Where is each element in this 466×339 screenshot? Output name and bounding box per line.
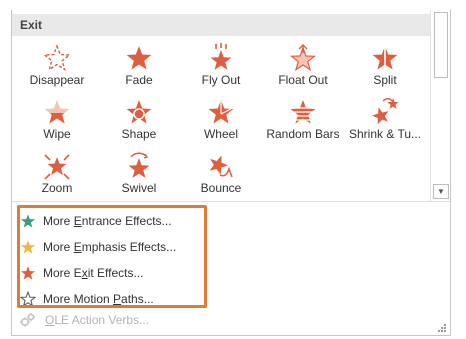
effect-fly-out[interactable]: Fly Out bbox=[180, 40, 262, 94]
float-out-star-icon bbox=[289, 44, 317, 72]
effect-label: Random Bars bbox=[266, 127, 340, 141]
ole-action-verbs-item[interactable]: OLE Action Verbs... bbox=[20, 309, 220, 331]
effect-wheel[interactable]: Wheel bbox=[180, 94, 262, 148]
ole-action-verbs-label: OLE Action Verbs... bbox=[45, 313, 150, 327]
green-star-icon bbox=[20, 214, 36, 228]
effect-float-out[interactable]: Float Out bbox=[262, 40, 344, 94]
animation-effects-panel: Exit Disappear Fade Fly Out Float Out Split W… bbox=[11, 10, 451, 336]
divider bbox=[12, 201, 450, 202]
bounce-star-icon bbox=[209, 155, 233, 178]
zoom-star-icon bbox=[44, 154, 70, 180]
effect-label: Float Out bbox=[278, 73, 328, 87]
disappear-star-icon bbox=[42, 44, 72, 72]
effect-fade[interactable]: Fade bbox=[98, 40, 180, 94]
split-star-icon bbox=[372, 45, 398, 73]
more-effects-item-1[interactable]: More Entrance Effects... bbox=[18, 208, 198, 234]
scroll-thumb[interactable] bbox=[434, 12, 448, 78]
effect-wipe[interactable]: Wipe bbox=[16, 94, 98, 148]
shrink-turn-star-icon bbox=[372, 98, 399, 125]
red-star-icon bbox=[20, 266, 36, 280]
effect-label: Wheel bbox=[203, 127, 238, 141]
resize-grip[interactable] bbox=[438, 324, 446, 332]
effect-label: Shrink & Tu... bbox=[348, 127, 422, 141]
gears-icon bbox=[20, 313, 35, 327]
effect-label: Split bbox=[373, 73, 397, 87]
gold-star-icon bbox=[20, 240, 36, 254]
scroll-down-button[interactable]: ▼ bbox=[433, 184, 449, 199]
effects-gallery: Exit Disappear Fade Fly Out Float Out Split W… bbox=[12, 10, 430, 201]
effect-label: Zoom bbox=[41, 181, 73, 195]
more-effects-list: More Entrance Effects... More Emphasis Ef… bbox=[18, 208, 198, 312]
effect-zoom[interactable]: Zoom bbox=[16, 148, 98, 201]
more-effects-item-3[interactable]: More Exit Effects... bbox=[18, 260, 198, 286]
wheel-star-icon bbox=[208, 100, 234, 124]
effect-label: Fade bbox=[125, 73, 153, 87]
effect-label: Fly Out bbox=[201, 73, 241, 87]
gallery-scrollbar[interactable]: ▼ bbox=[430, 10, 450, 201]
swivel-star-icon bbox=[128, 152, 150, 178]
effect-split[interactable]: Split bbox=[344, 40, 426, 94]
fade-star-icon bbox=[126, 46, 152, 70]
effect-label: Disappear bbox=[29, 73, 85, 87]
section-header-exit: Exit bbox=[12, 14, 430, 36]
fly-out-star-icon bbox=[210, 43, 232, 70]
more-effects-item-2[interactable]: More Emphasis Effects... bbox=[18, 234, 198, 260]
shape-star-icon bbox=[126, 100, 152, 124]
effect-shrink-turn[interactable]: Shrink & Tu... bbox=[344, 94, 426, 148]
more-effects-label: More Entrance Effects... bbox=[43, 214, 172, 228]
wipe-star-icon bbox=[44, 100, 70, 124]
effect-random-bars[interactable]: Random Bars bbox=[262, 94, 344, 148]
more-effects-label: More Motion Paths... bbox=[43, 292, 154, 306]
effect-swivel[interactable]: Swivel bbox=[98, 148, 180, 201]
more-effects-label: More Exit Effects... bbox=[43, 266, 144, 280]
effect-label: Swivel bbox=[121, 181, 157, 195]
effect-grid: Disappear Fade Fly Out Float Out Split Wipe Sh… bbox=[16, 40, 428, 201]
effect-shape[interactable]: Shape bbox=[98, 94, 180, 148]
effect-bounce[interactable]: Bounce bbox=[180, 148, 262, 201]
more-effects-label: More Emphasis Effects... bbox=[43, 240, 177, 254]
outline-star-icon bbox=[20, 291, 36, 307]
effect-label: Shape bbox=[121, 127, 157, 141]
effect-label: Bounce bbox=[200, 181, 242, 195]
effect-label: Wipe bbox=[43, 127, 71, 141]
random-bars-star-icon bbox=[290, 100, 316, 124]
effect-disappear[interactable]: Disappear bbox=[16, 40, 98, 94]
